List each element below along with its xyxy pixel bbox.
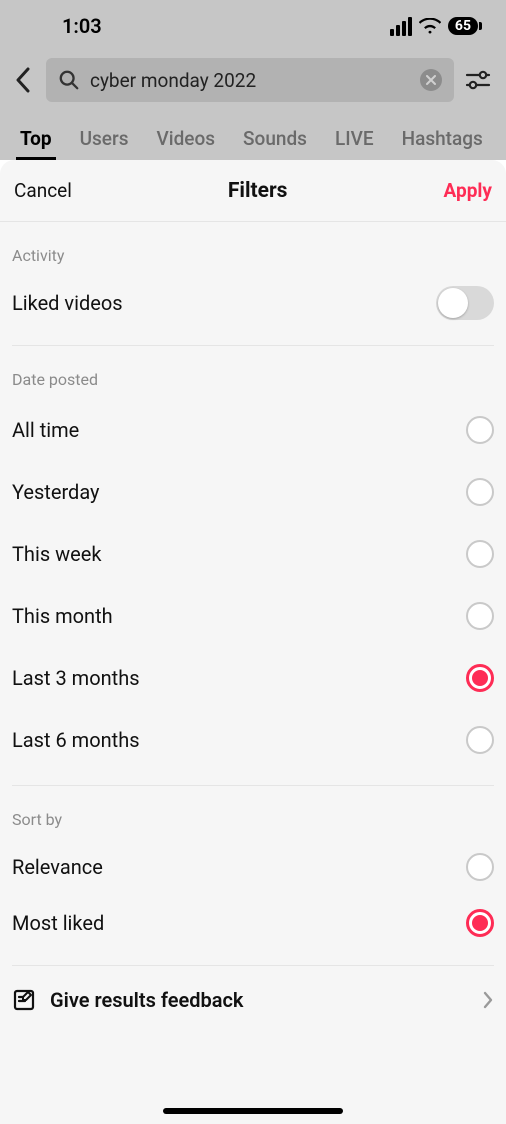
sort-option-relevance[interactable]: Relevance bbox=[12, 839, 494, 895]
status-indicators: 65 bbox=[390, 17, 478, 36]
option-label: This week bbox=[12, 542, 101, 566]
filters-sheet: Cancel Filters Apply Activity Liked vide… bbox=[0, 160, 506, 1124]
radio-button[interactable] bbox=[466, 602, 494, 630]
wifi-icon bbox=[419, 18, 441, 34]
radio-button[interactable] bbox=[466, 909, 494, 937]
back-button[interactable] bbox=[8, 67, 38, 93]
give-results-feedback-row[interactable]: Give results feedback bbox=[0, 966, 506, 1034]
liked-videos-row[interactable]: Liked videos bbox=[12, 275, 494, 331]
radio-button[interactable] bbox=[466, 853, 494, 881]
date-option-this-month[interactable]: This month bbox=[12, 585, 494, 647]
search-query-text: cyber monday 2022 bbox=[90, 69, 410, 92]
home-indicator bbox=[163, 1108, 343, 1114]
sort-by-section-label: Sort by bbox=[12, 786, 494, 839]
clear-search-button[interactable] bbox=[420, 69, 442, 91]
sliders-icon bbox=[465, 70, 491, 90]
option-label: Last 3 months bbox=[12, 666, 140, 690]
liked-videos-toggle[interactable] bbox=[436, 286, 494, 320]
feedback-label: Give results feedback bbox=[50, 988, 243, 1012]
search-row: cyber monday 2022 bbox=[0, 52, 506, 112]
close-icon bbox=[426, 75, 436, 85]
radio-button[interactable] bbox=[466, 726, 494, 754]
chevron-right-icon bbox=[482, 990, 494, 1010]
chevron-left-icon bbox=[15, 67, 31, 93]
filter-settings-button[interactable] bbox=[462, 70, 494, 90]
sheet-header: Cancel Filters Apply bbox=[0, 160, 506, 222]
date-option-last-3-months[interactable]: Last 3 months bbox=[12, 647, 494, 709]
search-input[interactable]: cyber monday 2022 bbox=[46, 58, 454, 102]
date-option-yesterday[interactable]: Yesterday bbox=[12, 461, 494, 523]
radio-button[interactable] bbox=[466, 478, 494, 506]
sort-option-most-liked[interactable]: Most liked bbox=[12, 895, 494, 951]
tab-hashtags[interactable]: Hashtags bbox=[402, 116, 483, 160]
cellular-icon bbox=[390, 17, 412, 36]
tab-videos[interactable]: Videos bbox=[156, 116, 215, 160]
cancel-button[interactable]: Cancel bbox=[14, 179, 72, 202]
status-time: 1:03 bbox=[62, 14, 102, 38]
radio-button[interactable] bbox=[466, 664, 494, 692]
date-option-all-time[interactable]: All time bbox=[12, 399, 494, 461]
date-option-last-6-months[interactable]: Last 6 months bbox=[12, 709, 494, 771]
option-label: Yesterday bbox=[12, 480, 100, 504]
option-label: All time bbox=[12, 418, 79, 442]
battery-badge: 65 bbox=[448, 17, 478, 35]
option-label: Last 6 months bbox=[12, 728, 140, 752]
feedback-icon bbox=[12, 988, 36, 1012]
option-label: This month bbox=[12, 604, 113, 628]
tab-top[interactable]: Top bbox=[20, 116, 52, 160]
radio-button[interactable] bbox=[466, 416, 494, 444]
sort-by-section: Sort by Relevance Most liked bbox=[0, 786, 506, 951]
tab-live[interactable]: LIVE bbox=[335, 116, 374, 160]
apply-button[interactable]: Apply bbox=[444, 179, 492, 202]
radio-button[interactable] bbox=[466, 540, 494, 568]
tab-sounds[interactable]: Sounds bbox=[243, 116, 307, 160]
background-header: 1:03 65 bbox=[0, 0, 506, 160]
search-tabs: Top Users Videos Sounds LIVE Hashtags bbox=[0, 112, 506, 160]
liked-videos-label: Liked videos bbox=[12, 291, 123, 315]
activity-section-label: Activity bbox=[12, 222, 494, 275]
search-icon bbox=[58, 69, 80, 91]
status-bar: 1:03 65 bbox=[0, 0, 506, 52]
date-posted-section: Date posted All time Yesterday This week… bbox=[0, 346, 506, 771]
option-label: Most liked bbox=[12, 911, 104, 935]
toggle-knob bbox=[438, 288, 468, 318]
date-posted-section-label: Date posted bbox=[12, 346, 494, 399]
date-option-this-week[interactable]: This week bbox=[12, 523, 494, 585]
sheet-title: Filters bbox=[228, 179, 288, 203]
option-label: Relevance bbox=[12, 855, 103, 879]
activity-section: Activity Liked videos bbox=[0, 222, 506, 331]
tab-users[interactable]: Users bbox=[80, 116, 129, 160]
